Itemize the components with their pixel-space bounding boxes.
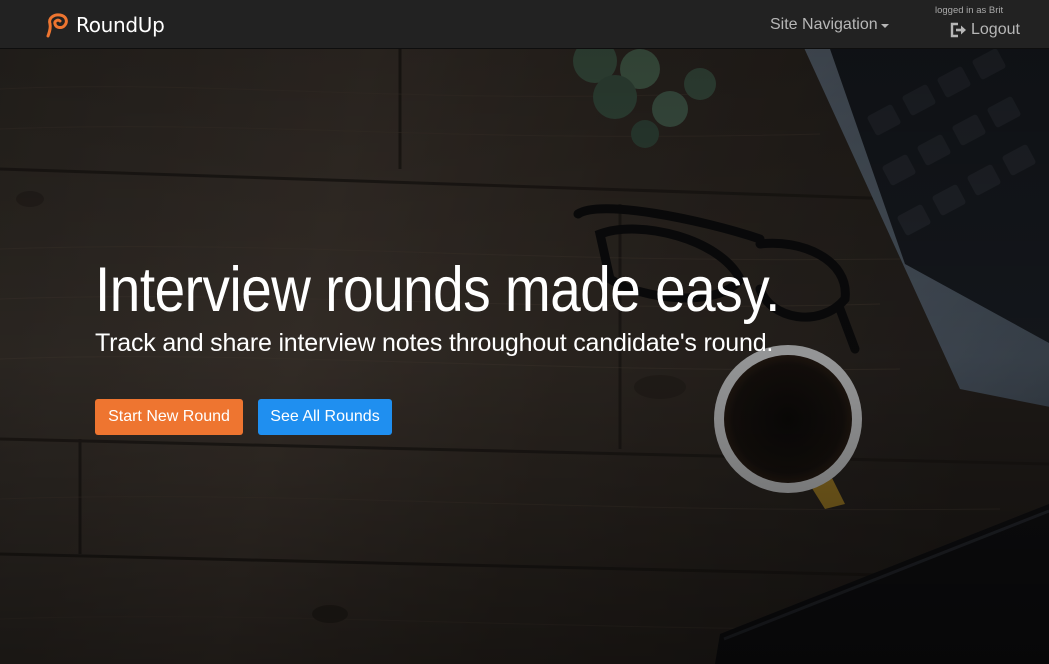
roundup-logo-icon bbox=[46, 13, 68, 38]
start-new-round-button[interactable]: Start New Round bbox=[95, 399, 243, 435]
brand-name: RoundUp bbox=[76, 13, 165, 37]
brand-link[interactable]: RoundUp bbox=[46, 12, 165, 38]
see-all-rounds-button[interactable]: See All Rounds bbox=[258, 399, 392, 435]
logout-link[interactable]: Logout bbox=[950, 21, 1020, 39]
caret-down-icon bbox=[880, 24, 889, 28]
site-navigation-dropdown[interactable]: Site Navigation bbox=[770, 16, 889, 34]
hero-section: Interview rounds made easy. Track and sh… bbox=[0, 49, 1049, 664]
hero-headline: Interview rounds made easy. bbox=[95, 255, 780, 325]
site-navigation-label: Site Navigation bbox=[770, 16, 878, 33]
logout-label: Logout bbox=[971, 21, 1020, 38]
logged-in-status: logged in as Brit bbox=[935, 5, 1004, 16]
top-navbar: RoundUp Site Navigation logged in as Bri… bbox=[0, 0, 1049, 49]
hero-subheadline: Track and share interview notes througho… bbox=[95, 329, 774, 357]
logout-icon bbox=[950, 22, 966, 38]
